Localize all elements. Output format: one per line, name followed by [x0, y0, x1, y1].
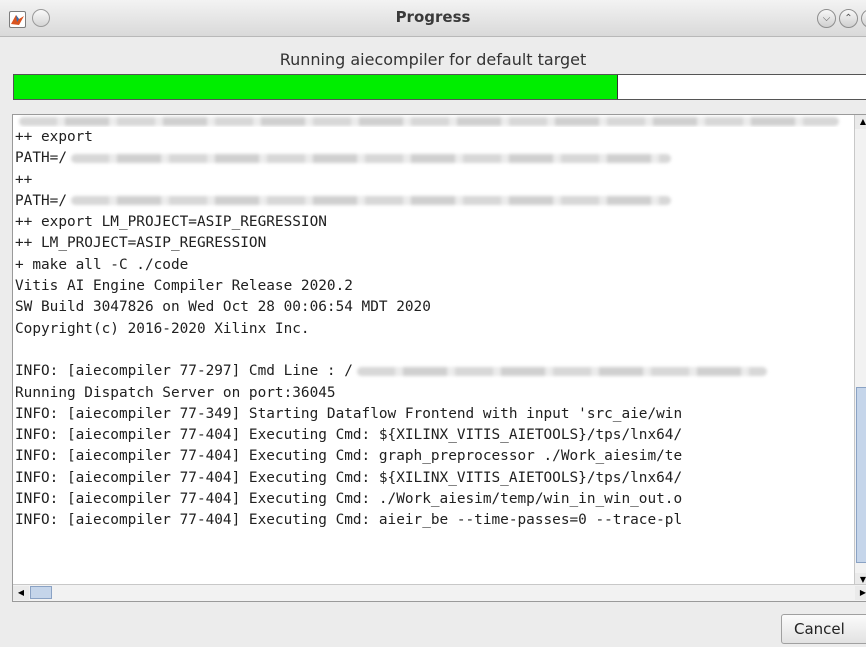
log-line: + make all -C ./code: [15, 256, 189, 273]
progress-bar: [13, 74, 866, 100]
log-line: ++ export LM_PROJECT=ASIP_REGRESSION: [15, 214, 327, 231]
redacted-path: [356, 366, 767, 376]
arrow-up-icon: ▲: [859, 117, 866, 126]
cancel-button[interactable]: Cancel: [781, 614, 866, 644]
horizontal-scrollbar[interactable]: ◀ ▶: [13, 584, 866, 601]
log-line: INFO: [aiecompiler 77-404] Executing Cmd…: [15, 448, 683, 465]
log-line: INFO: [aiecompiler 77-404] Executing Cmd…: [15, 491, 683, 508]
log-line: INFO: [aiecompiler 77-349] Starting Data…: [15, 405, 683, 422]
log-output-panel[interactable]: ++ export PATH=/ ++ PATH=/ ++ export LM_PROJ…: [12, 114, 866, 602]
log-line: INFO: [aiecompiler 77-404] Executing Cmd…: [15, 512, 683, 529]
status-message: Running aiecompiler for default target: [279, 50, 587, 69]
chevron-down-icon: ⌵: [822, 13, 831, 24]
arrow-down-icon: ▼: [859, 575, 866, 584]
log-line: Running Dispatch Server on port:36045: [15, 384, 336, 401]
log-line: Copyright(c) 2016-2020 Xilinx Inc.: [15, 320, 310, 337]
log-line: SW Build 3047826 on Wed Oct 28 00:06:54 …: [15, 299, 431, 316]
clipped-log-line: [15, 115, 851, 127]
scroll-left-button[interactable]: ◀: [13, 586, 29, 600]
log-line: ++ LM_PROJECT=ASIP_REGRESSION: [15, 235, 267, 252]
maximize-button[interactable]: ⌃: [839, 9, 858, 28]
log-line: ++ export: [15, 129, 93, 145]
vertical-scroll-thumb[interactable]: [856, 387, 866, 563]
log-line: Vitis AI Engine Compiler Release 2020.2: [15, 278, 353, 295]
redacted-path: [70, 153, 671, 163]
log-line: INFO: [aiecompiler 77-404] Executing Cmd…: [15, 469, 683, 486]
scroll-right-button[interactable]: ▶: [855, 586, 866, 600]
redacted-path: [70, 196, 671, 206]
log-line: INFO: [aiecompiler 77-297] Cmd Line : /: [15, 361, 851, 382]
scroll-up-button[interactable]: ▲: [855, 115, 866, 129]
log-line: PATH=/: [15, 191, 851, 212]
window-title: Progress: [395, 8, 471, 26]
arrow-right-icon: ▶: [859, 588, 866, 597]
horizontal-scroll-thumb[interactable]: [30, 586, 52, 599]
log-line: INFO: [aiecompiler 77-404] Executing Cmd…: [15, 427, 683, 444]
minimize-button[interactable]: ⌵: [817, 9, 836, 28]
progress-fill: [14, 75, 619, 99]
log-line: ++: [15, 171, 33, 188]
log-output: ++ export PATH=/ ++ PATH=/ ++ export LM_PROJ…: [15, 115, 851, 573]
arrow-left-icon: ◀: [17, 588, 25, 597]
vertical-scrollbar[interactable]: ▲ ▼: [854, 115, 866, 587]
log-line: PATH=/: [15, 148, 851, 169]
chevron-up-icon: ⌃: [844, 13, 853, 24]
title-bar: Progress ⌵ ⌃ ✕: [0, 0, 866, 37]
